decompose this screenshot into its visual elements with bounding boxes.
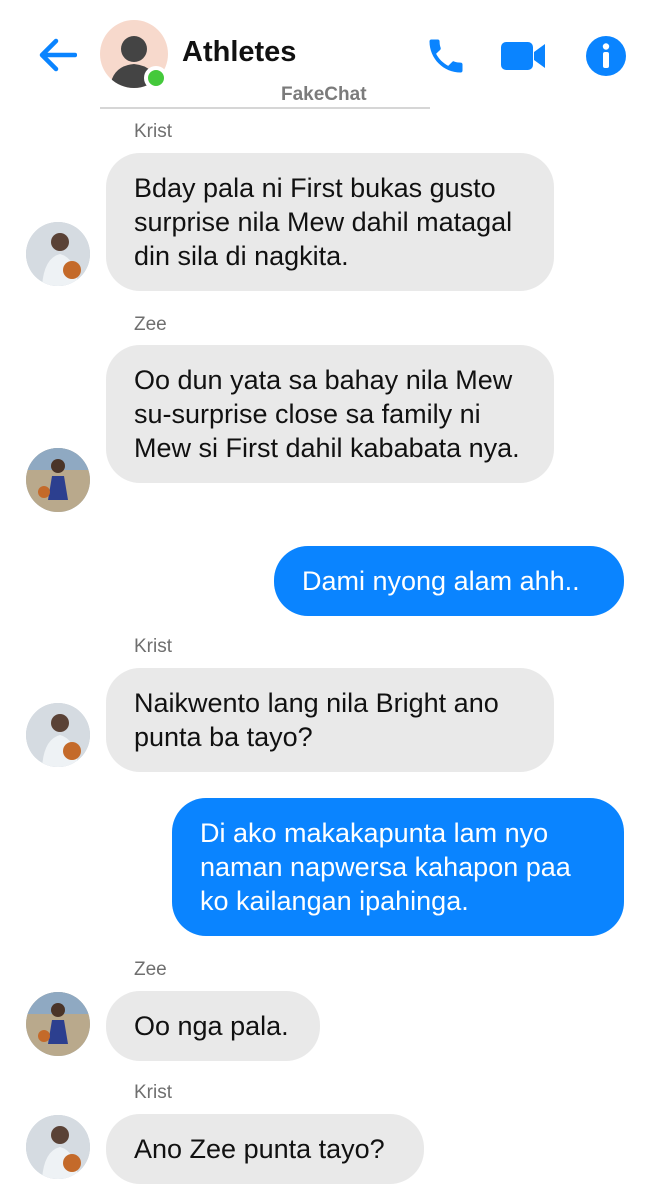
- sender-avatar-krist[interactable]: [26, 222, 90, 286]
- player-photo-icon: [26, 1115, 90, 1179]
- message-bubble-incoming[interactable]: Oo nga pala.: [106, 991, 320, 1061]
- sender-avatar-krist[interactable]: [26, 1115, 90, 1179]
- video-call-button[interactable]: [497, 30, 549, 82]
- message-bubble-incoming[interactable]: Bday pala ni First bukas gusto surprise …: [106, 153, 554, 291]
- sender-name: Krist: [134, 121, 172, 142]
- message-bubble-incoming[interactable]: Naikwento lang nila Bright ano punta ba …: [106, 668, 554, 772]
- info-button[interactable]: [580, 30, 632, 82]
- sender-name: Krist: [134, 636, 172, 657]
- sender-name: Zee: [134, 959, 167, 980]
- back-button[interactable]: [34, 32, 80, 78]
- watermark: FakeChat: [281, 84, 367, 105]
- player-photo-icon: [26, 992, 90, 1056]
- phone-icon: [429, 39, 463, 73]
- back-arrow-icon: [39, 38, 77, 72]
- online-status-indicator: [144, 66, 168, 90]
- sender-name: Krist: [134, 1082, 172, 1103]
- chat-title[interactable]: Athletes: [182, 36, 296, 69]
- sender-avatar-krist[interactable]: [26, 703, 90, 767]
- player-photo-icon: [26, 703, 90, 767]
- info-icon: [586, 36, 626, 76]
- message-bubble-outgoing[interactable]: Di ako makakapunta lam nyo naman napwers…: [172, 798, 624, 936]
- sender-name: Zee: [134, 314, 167, 335]
- call-button[interactable]: [420, 30, 472, 82]
- player-photo-icon: [26, 222, 90, 286]
- player-photo-icon: [26, 448, 90, 512]
- video-camera-icon: [501, 42, 545, 70]
- message-bubble-incoming[interactable]: Oo dun yata sa bahay nila Mew su-surpris…: [106, 345, 554, 483]
- message-bubble-outgoing[interactable]: Dami nyong alam ahh..: [274, 546, 624, 616]
- sender-avatar-zee[interactable]: [26, 448, 90, 512]
- chat-header: Athletes FakeChat: [0, 0, 654, 110]
- message-bubble-incoming[interactable]: Ano Zee punta tayo?: [106, 1114, 424, 1184]
- sender-avatar-zee[interactable]: [26, 992, 90, 1056]
- header-divider: [100, 107, 430, 109]
